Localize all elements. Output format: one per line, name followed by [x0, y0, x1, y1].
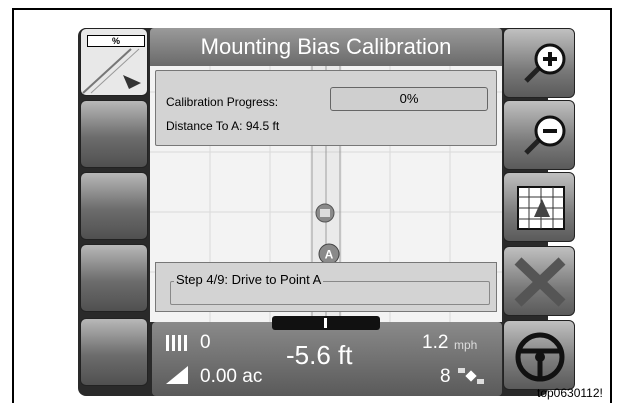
left-button-4[interactable]	[80, 244, 148, 312]
swath-icon	[166, 335, 187, 351]
zoom-out-icon	[524, 115, 566, 155]
area-icon	[166, 366, 188, 384]
lightbar	[272, 316, 380, 330]
left-button-2[interactable]	[80, 100, 148, 168]
cancel-button[interactable]	[503, 246, 575, 316]
view-mode-button[interactable]	[503, 172, 575, 242]
progress-label: Calibration Progress:	[166, 95, 279, 109]
steering-wheel-icon	[515, 332, 565, 382]
progress-bar: 0%	[330, 87, 488, 111]
left-button-3[interactable]	[80, 172, 148, 240]
speed-unit: mph	[454, 338, 478, 352]
figure-caption: top0630112!	[537, 386, 603, 400]
calibration-panel: Calibration Progress: Distance To A: 94.…	[155, 70, 497, 146]
page-title: Mounting Bias Calibration	[150, 28, 502, 66]
swath-count: 0	[200, 332, 211, 353]
mini-map-button[interactable]: %	[80, 28, 148, 96]
area-value: 0.00 ac	[200, 366, 263, 387]
point-a-label: A	[325, 248, 334, 262]
left-button-5[interactable]	[80, 318, 148, 386]
satellite-icon	[458, 368, 484, 384]
progress-value: 0%	[399, 91, 419, 106]
status-bar: 0 0.00 ac -5.6 ft 1.2 mph 8	[152, 316, 502, 396]
distance-label: Distance To A: 94.5 ft	[166, 119, 280, 133]
mini-map-icon	[82, 48, 141, 94]
zoom-out-button[interactable]	[503, 100, 575, 170]
satellite-count: 8	[440, 366, 451, 387]
offset-value: -5.6 ft	[286, 340, 353, 370]
grid-view-icon	[517, 186, 565, 230]
speed-value: 1.2	[422, 332, 449, 353]
lightbar-center-mark	[324, 318, 327, 328]
vehicle-icon	[315, 203, 335, 223]
cancel-x-icon	[514, 257, 566, 307]
zoom-in-icon	[524, 43, 566, 83]
step-panel: Step 4/9: Drive to Point A	[155, 262, 497, 312]
zoom-in-button[interactable]	[503, 28, 575, 98]
step-text: Step 4/9: Drive to Point A	[174, 272, 324, 287]
autosteer-button[interactable]	[503, 320, 575, 390]
